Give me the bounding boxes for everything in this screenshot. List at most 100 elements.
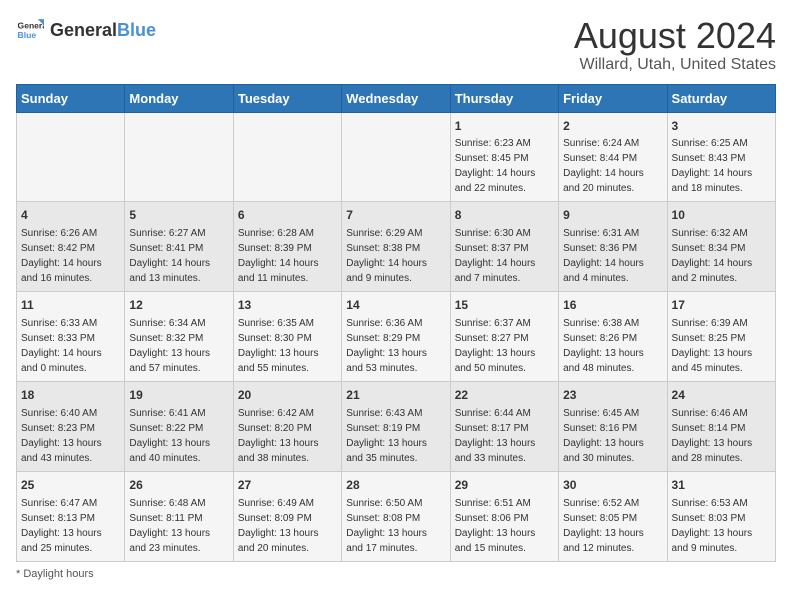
daylight: Daylight: 13 hours and 35 minutes. (346, 438, 427, 464)
day-number: 5 (129, 207, 228, 224)
day-number: 9 (563, 207, 662, 224)
sunset: Sunset: 8:27 PM (455, 333, 529, 344)
day-cell: 8 Sunrise: 6:30 AM Sunset: 8:37 PM Dayli… (450, 202, 558, 292)
sunset: Sunset: 8:06 PM (455, 513, 529, 524)
daylight: Daylight: 14 hours and 13 minutes. (129, 258, 210, 284)
day-number: 21 (346, 387, 445, 404)
day-cell: 6 Sunrise: 6:28 AM Sunset: 8:39 PM Dayli… (233, 202, 341, 292)
daylight: Daylight: 14 hours and 22 minutes. (455, 168, 536, 194)
sunrise: Sunrise: 6:44 AM (455, 408, 531, 419)
day-cell: 13 Sunrise: 6:35 AM Sunset: 8:30 PM Dayl… (233, 292, 341, 382)
sunrise: Sunrise: 6:31 AM (563, 228, 639, 239)
calendar-header-row: SundayMondayTuesdayWednesdayThursdayFrid… (17, 84, 776, 112)
col-header-sunday: Sunday (17, 84, 125, 112)
day-number: 13 (238, 297, 337, 314)
sunset: Sunset: 8:23 PM (21, 423, 95, 434)
week-row-4: 18 Sunrise: 6:40 AM Sunset: 8:23 PM Dayl… (17, 381, 776, 471)
day-number: 16 (563, 297, 662, 314)
col-header-wednesday: Wednesday (342, 84, 450, 112)
day-number: 6 (238, 207, 337, 224)
day-cell: 4 Sunrise: 6:26 AM Sunset: 8:42 PM Dayli… (17, 202, 125, 292)
day-cell: 21 Sunrise: 6:43 AM Sunset: 8:19 PM Dayl… (342, 381, 450, 471)
day-number: 2 (563, 118, 662, 135)
sunrise: Sunrise: 6:47 AM (21, 498, 97, 509)
sunset: Sunset: 8:11 PM (129, 513, 202, 524)
sunset: Sunset: 8:45 PM (455, 153, 529, 164)
daylight: Daylight: 13 hours and 55 minutes. (238, 348, 319, 374)
col-header-tuesday: Tuesday (233, 84, 341, 112)
day-cell: 28 Sunrise: 6:50 AM Sunset: 8:08 PM Dayl… (342, 471, 450, 561)
sunset: Sunset: 8:37 PM (455, 243, 529, 254)
day-cell: 12 Sunrise: 6:34 AM Sunset: 8:32 PM Dayl… (125, 292, 233, 382)
sunrise: Sunrise: 6:33 AM (21, 318, 97, 329)
col-header-friday: Friday (559, 84, 667, 112)
day-cell (233, 112, 341, 202)
sunset: Sunset: 8:16 PM (563, 423, 637, 434)
day-number: 14 (346, 297, 445, 314)
daylight: Daylight: 13 hours and 9 minutes. (672, 528, 753, 554)
daylight: Daylight: 13 hours and 50 minutes. (455, 348, 536, 374)
sunset: Sunset: 8:13 PM (21, 513, 95, 524)
day-cell: 31 Sunrise: 6:53 AM Sunset: 8:03 PM Dayl… (667, 471, 775, 561)
sunset: Sunset: 8:30 PM (238, 333, 312, 344)
sunrise: Sunrise: 6:52 AM (563, 498, 639, 509)
day-number: 4 (21, 207, 120, 224)
sunset: Sunset: 8:09 PM (238, 513, 312, 524)
day-number: 25 (21, 477, 120, 494)
day-cell (17, 112, 125, 202)
sunset: Sunset: 8:03 PM (672, 513, 746, 524)
day-number: 19 (129, 387, 228, 404)
day-number: 23 (563, 387, 662, 404)
sunset: Sunset: 8:19 PM (346, 423, 420, 434)
sunrise: Sunrise: 6:39 AM (672, 318, 748, 329)
sunrise: Sunrise: 6:45 AM (563, 408, 639, 419)
sunset: Sunset: 8:41 PM (129, 243, 203, 254)
daylight: Daylight: 14 hours and 0 minutes. (21, 348, 102, 374)
sunrise: Sunrise: 6:30 AM (455, 228, 531, 239)
sunrise: Sunrise: 6:48 AM (129, 498, 205, 509)
sunset: Sunset: 8:33 PM (21, 333, 95, 344)
day-cell: 24 Sunrise: 6:46 AM Sunset: 8:14 PM Dayl… (667, 381, 775, 471)
day-cell: 5 Sunrise: 6:27 AM Sunset: 8:41 PM Dayli… (125, 202, 233, 292)
week-row-2: 4 Sunrise: 6:26 AM Sunset: 8:42 PM Dayli… (17, 202, 776, 292)
day-cell: 19 Sunrise: 6:41 AM Sunset: 8:22 PM Dayl… (125, 381, 233, 471)
day-cell: 7 Sunrise: 6:29 AM Sunset: 8:38 PM Dayli… (342, 202, 450, 292)
week-row-3: 11 Sunrise: 6:33 AM Sunset: 8:33 PM Dayl… (17, 292, 776, 382)
sunrise: Sunrise: 6:28 AM (238, 228, 314, 239)
day-cell: 16 Sunrise: 6:38 AM Sunset: 8:26 PM Dayl… (559, 292, 667, 382)
day-cell: 14 Sunrise: 6:36 AM Sunset: 8:29 PM Dayl… (342, 292, 450, 382)
day-cell: 9 Sunrise: 6:31 AM Sunset: 8:36 PM Dayli… (559, 202, 667, 292)
day-cell: 10 Sunrise: 6:32 AM Sunset: 8:34 PM Dayl… (667, 202, 775, 292)
daylight: Daylight: 13 hours and 33 minutes. (455, 438, 536, 464)
sunrise: Sunrise: 6:42 AM (238, 408, 314, 419)
sunrise: Sunrise: 6:43 AM (346, 408, 422, 419)
day-number: 29 (455, 477, 554, 494)
sunrise: Sunrise: 6:37 AM (455, 318, 531, 329)
day-number: 26 (129, 477, 228, 494)
week-row-5: 25 Sunrise: 6:47 AM Sunset: 8:13 PM Dayl… (17, 471, 776, 561)
logo-icon: General Blue (16, 16, 44, 44)
sunset: Sunset: 8:39 PM (238, 243, 312, 254)
week-row-1: 1 Sunrise: 6:23 AM Sunset: 8:45 PM Dayli… (17, 112, 776, 202)
day-number: 3 (672, 118, 771, 135)
daylight: Daylight: 13 hours and 43 minutes. (21, 438, 102, 464)
calendar-table: SundayMondayTuesdayWednesdayThursdayFrid… (16, 84, 776, 562)
sunset: Sunset: 8:14 PM (672, 423, 746, 434)
daylight: Daylight: 13 hours and 38 minutes. (238, 438, 319, 464)
day-number: 8 (455, 207, 554, 224)
sunrise: Sunrise: 6:25 AM (672, 138, 748, 149)
svg-text:General: General (18, 20, 44, 30)
day-cell: 18 Sunrise: 6:40 AM Sunset: 8:23 PM Dayl… (17, 381, 125, 471)
sunset: Sunset: 8:20 PM (238, 423, 312, 434)
day-number: 28 (346, 477, 445, 494)
day-number: 18 (21, 387, 120, 404)
day-number: 27 (238, 477, 337, 494)
daylight: Daylight: 13 hours and 23 minutes. (129, 528, 210, 554)
day-cell: 22 Sunrise: 6:44 AM Sunset: 8:17 PM Dayl… (450, 381, 558, 471)
sunrise: Sunrise: 6:35 AM (238, 318, 314, 329)
sunset: Sunset: 8:08 PM (346, 513, 420, 524)
sunset: Sunset: 8:38 PM (346, 243, 420, 254)
sunrise: Sunrise: 6:49 AM (238, 498, 314, 509)
day-number: 12 (129, 297, 228, 314)
col-header-monday: Monday (125, 84, 233, 112)
